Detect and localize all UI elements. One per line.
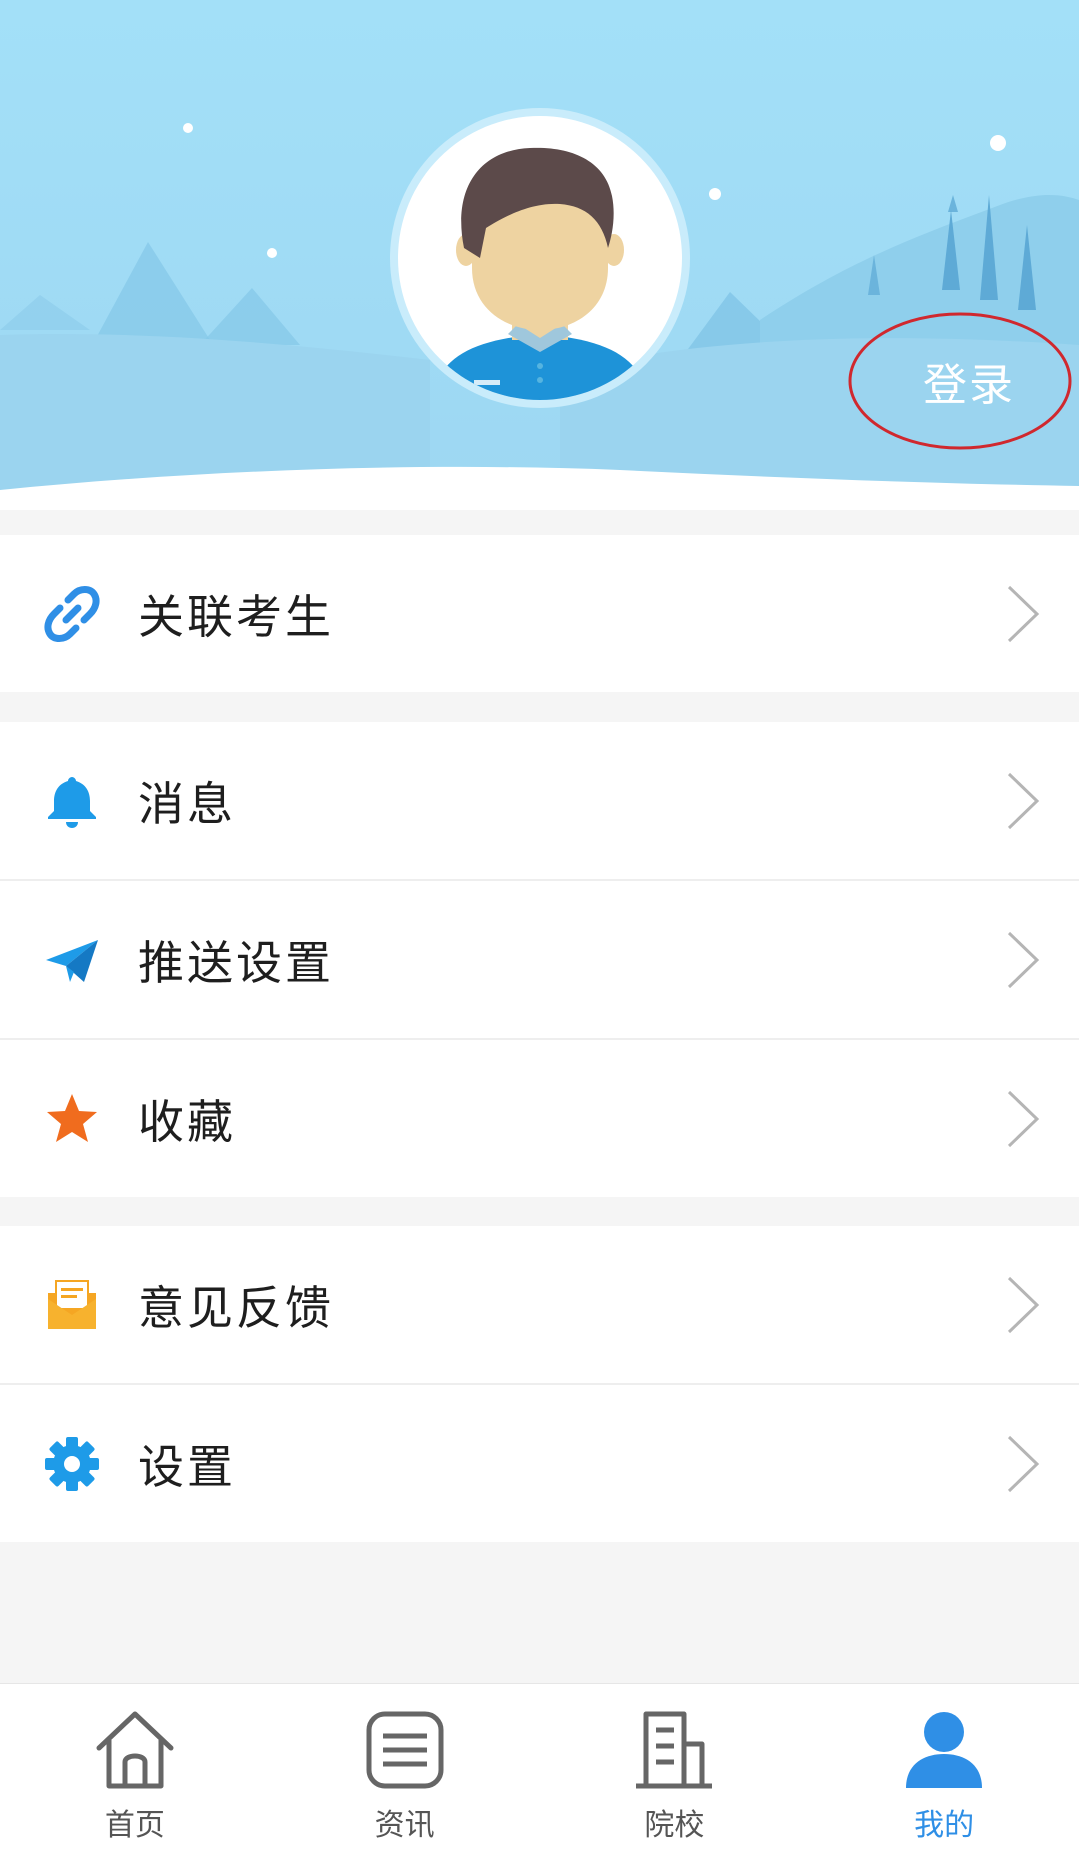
menu-item-push-settings[interactable]: 推送设置: [0, 879, 1079, 1038]
login-label: 登录: [923, 360, 1015, 411]
menu-item-settings[interactable]: 设置: [0, 1383, 1079, 1542]
menu-group-link: 关联考生: [0, 535, 1079, 692]
chevron-right-icon: [1007, 1435, 1040, 1492]
menu-item-favorites[interactable]: 收藏: [0, 1038, 1079, 1197]
menu-item-label: 设置: [138, 1439, 236, 1494]
menu-item-label: 关联考生: [138, 589, 334, 644]
chevron-right-icon: [1007, 772, 1040, 829]
home-icon: [96, 1711, 174, 1789]
menu-item-label: 收藏: [138, 1094, 236, 1149]
tab-label: 院校: [644, 1808, 705, 1843]
star-icon: [44, 1091, 100, 1147]
tab-home[interactable]: 首页: [0, 1684, 270, 1864]
user-icon: [906, 1712, 983, 1788]
menu-item-link-examinee[interactable]: 关联考生: [0, 535, 1079, 692]
menu-item-messages[interactable]: 消息: [0, 722, 1079, 879]
profile-header: 登录: [0, 0, 1079, 510]
menu-item-label: 意见反馈: [138, 1280, 334, 1335]
menu-group-notifications: 消息 推送设置 收藏: [0, 722, 1079, 1197]
menu-item-label: 消息: [138, 776, 236, 831]
chevron-right-icon: [1007, 1090, 1040, 1147]
chevron-right-icon: [1007, 931, 1040, 988]
chevron-right-icon: [1007, 1276, 1040, 1333]
tab-label: 资讯: [374, 1808, 435, 1843]
news-icon: [366, 1711, 444, 1789]
feedback-mail-icon: [44, 1277, 100, 1333]
chevron-right-icon: [1007, 585, 1040, 642]
link-icon: [44, 585, 100, 642]
login-button[interactable]: 登录: [848, 310, 1078, 452]
tab-schools[interactable]: 院校: [540, 1684, 810, 1864]
menu-group-support: 意见反馈 设置: [0, 1226, 1079, 1542]
menu-item-feedback[interactable]: 意见反馈: [0, 1226, 1079, 1383]
tab-label: 首页: [104, 1808, 165, 1843]
bottom-tab-bar: 首页 资讯 院校 我的: [0, 1683, 1079, 1864]
school-building-icon: [636, 1711, 713, 1789]
tab-news[interactable]: 资讯: [270, 1684, 540, 1864]
tab-mine[interactable]: 我的: [809, 1684, 1079, 1864]
paper-plane-icon: [44, 932, 100, 988]
bell-icon: [44, 773, 100, 829]
avatar[interactable]: [390, 108, 690, 408]
gear-icon: [44, 1436, 100, 1492]
tab-label: 我的: [914, 1808, 975, 1843]
menu-item-label: 推送设置: [138, 935, 334, 990]
